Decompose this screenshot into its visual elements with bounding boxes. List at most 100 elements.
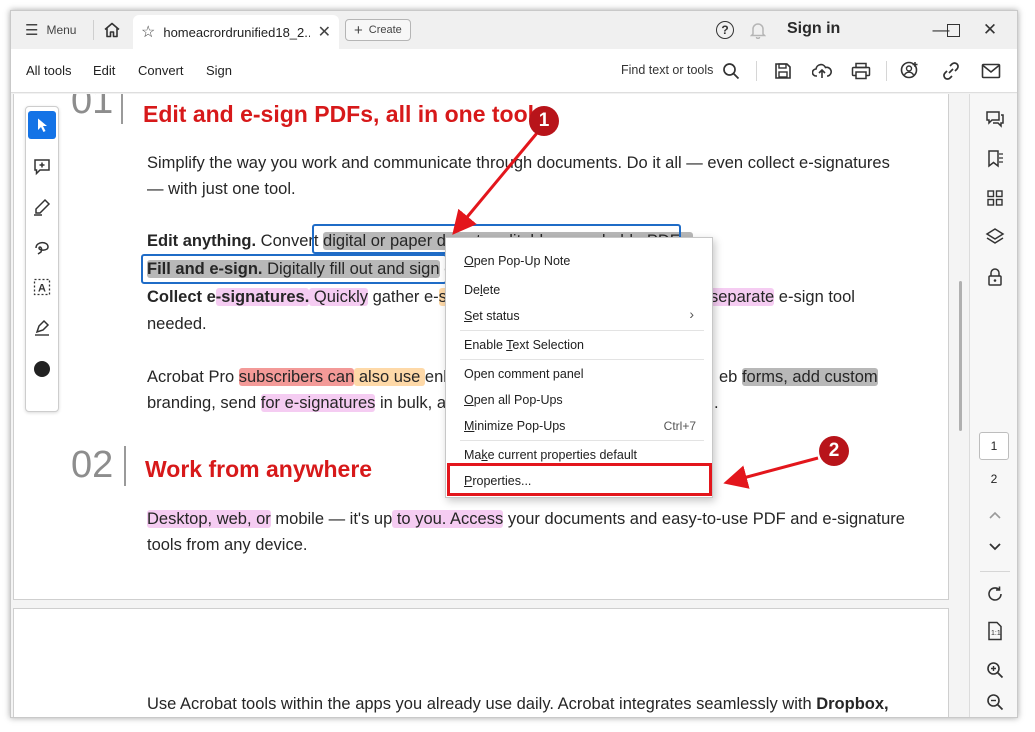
print-icon[interactable] — [850, 60, 872, 82]
intro-line-2: — with just one tool. — [147, 180, 296, 198]
menu-item-open-comment-panel[interactable]: Open comment panel — [464, 367, 584, 381]
page2-bold: Dropbox, — [816, 695, 889, 713]
bookmarks-icon[interactable] — [984, 148, 1006, 170]
section-heading-2: Work from anywhere — [145, 456, 373, 482]
section-number-01: 01 — [71, 94, 114, 122]
highlight-access[interactable]: to you. Access — [392, 510, 504, 528]
current-page-input[interactable]: 1 — [979, 432, 1009, 460]
freehand-icon — [35, 241, 49, 255]
maximize-window-icon[interactable] — [933, 16, 973, 44]
menu-item-minimize-popups[interactable]: Minimize Pop-Ups — [464, 419, 565, 433]
menu-item-make-default[interactable]: Make current properties default — [464, 448, 637, 462]
highlight-tool[interactable] — [28, 193, 56, 221]
menu-item-delete[interactable]: Delete — [464, 283, 500, 297]
highlight-separate[interactable]: separate — [710, 288, 775, 306]
lock-icon[interactable] — [984, 266, 1006, 288]
menu-item-open-all-popups[interactable]: Open all Pop-Ups — [464, 393, 563, 407]
save-icon[interactable] — [772, 60, 794, 82]
add-comment-tool[interactable] — [28, 153, 56, 181]
properties-highlight-box — [447, 463, 712, 496]
chevron-up-icon[interactable] — [984, 504, 1006, 526]
menu-item-enable-text-selection[interactable]: Enable Text Selection — [464, 338, 584, 352]
work-line-1: Desktop, web, or mobile — it's up to you… — [147, 506, 905, 532]
title-bar: ☰ Menu ☆ homeacrordrunified18_2... ✕ + C… — [11, 11, 1017, 49]
find-tools-label[interactable]: Find text or tools — [621, 63, 713, 77]
intro-line-1: Simplify the way you work and communicat… — [147, 154, 890, 172]
draw-tool[interactable] — [28, 233, 56, 261]
selected-annotation-box-2[interactable] — [141, 254, 447, 284]
close-window-icon[interactable]: ✕ — [970, 16, 1010, 44]
nav-all-tools[interactable]: All tools — [26, 63, 72, 78]
link-icon[interactable] — [940, 60, 962, 82]
nav-convert[interactable]: Convert — [138, 63, 184, 78]
document-tab[interactable]: ☆ homeacrordrunified18_2... ✕ — [133, 15, 339, 49]
chevron-down-icon[interactable] — [984, 536, 1006, 558]
upload-cloud-icon[interactable] — [811, 60, 833, 82]
color-dot-icon — [34, 361, 50, 377]
search-icon[interactable] — [720, 60, 742, 82]
sign-in-link[interactable]: Sign in — [787, 20, 840, 38]
highlight-quickly[interactable]: Quickly — [309, 288, 368, 306]
sign-tool[interactable] — [28, 313, 56, 341]
submenu-chevron-icon: › — [689, 306, 694, 322]
total-pages: 2 — [990, 472, 998, 486]
right-side-panel: 1 2 1:1 — [969, 94, 1017, 717]
highlight-also-use[interactable]: also use — [354, 368, 425, 386]
page2-text: Use Acrobat tools within the apps you al… — [147, 695, 817, 713]
color-picker-tool[interactable] — [28, 355, 56, 383]
divider — [93, 20, 94, 40]
highlight-esignatures[interactable]: for e-signatures — [260, 394, 376, 412]
home-button[interactable] — [99, 18, 125, 42]
text-box-tool[interactable]: A — [28, 273, 56, 301]
highlight-collect[interactable]: -signatures. — [215, 288, 310, 306]
menu-item-set-status[interactable]: Set status — [464, 309, 520, 323]
page2-line: Use Acrobat tools within the apps you al… — [147, 691, 889, 717]
menu-divider — [460, 359, 704, 360]
pro-text-c: eb — [719, 368, 742, 386]
zoom-in-icon[interactable] — [984, 659, 1006, 681]
collect-tail: e-sign tool — [774, 288, 855, 306]
tab-title: homeacrordrunified18_2... — [163, 24, 310, 40]
close-tab-icon[interactable]: ✕ — [318, 22, 331, 42]
highlight-desktop[interactable]: Desktop, web, or — [147, 510, 271, 528]
main-toolbar: All tools Edit Convert Sign Find text or… — [11, 49, 1017, 93]
step-badge-2: 2 — [819, 436, 849, 466]
svg-text:A: A — [38, 283, 46, 295]
menu-item-open-popup-note[interactable]: Open Pop-Up Note — [464, 254, 570, 268]
vertical-scrollbar[interactable] — [959, 281, 962, 431]
pro-line-2: branding, send for e-signatures in bulk,… — [147, 390, 455, 416]
nav-sign[interactable]: Sign — [206, 63, 232, 78]
needed-line: needed. — [147, 315, 207, 333]
share-user-icon[interactable] — [899, 60, 921, 82]
svg-text:1:1: 1:1 — [991, 630, 1001, 637]
collect-bold: Collect e — [147, 288, 216, 306]
menu-button[interactable]: ☰ Menu — [17, 17, 84, 43]
pen-icon — [34, 198, 51, 216]
context-menu: Open Pop-Up Note Delete Set status › Ena… — [445, 237, 713, 498]
pdf-page-2[interactable]: Use Acrobat tools within the apps you al… — [13, 608, 949, 717]
menu-label: Menu — [46, 23, 77, 37]
fit-page-icon[interactable]: 1:1 — [984, 620, 1006, 642]
thumbnails-icon[interactable] — [984, 187, 1006, 209]
section-number-02: 02 — [71, 444, 114, 486]
quick-tools-rail: A — [25, 106, 59, 412]
star-icon[interactable]: ☆ — [141, 22, 155, 42]
email-icon[interactable] — [980, 60, 1002, 82]
highlight-forms[interactable]: forms, add custom — [741, 368, 878, 386]
layers-icon[interactable] — [984, 226, 1006, 248]
text-box-icon: A — [33, 278, 51, 296]
refresh-icon[interactable] — [984, 583, 1006, 605]
create-button[interactable]: + Create — [345, 19, 411, 41]
bell-icon[interactable] — [749, 20, 767, 40]
section-divider — [121, 94, 123, 124]
select-cursor-tool[interactable] — [28, 111, 56, 139]
divider — [756, 61, 757, 81]
help-icon[interactable]: ? — [716, 21, 734, 39]
pro-line-1-tail: eb forms, add custom — [719, 364, 878, 390]
highlight-subscribers[interactable]: subscribers can — [238, 368, 355, 386]
nav-edit[interactable]: Edit — [93, 63, 115, 78]
edit-bold: Edit anything. — [147, 232, 257, 250]
menu-divider — [460, 330, 704, 331]
comments-icon[interactable] — [984, 108, 1006, 130]
zoom-out-icon[interactable] — [984, 691, 1006, 713]
